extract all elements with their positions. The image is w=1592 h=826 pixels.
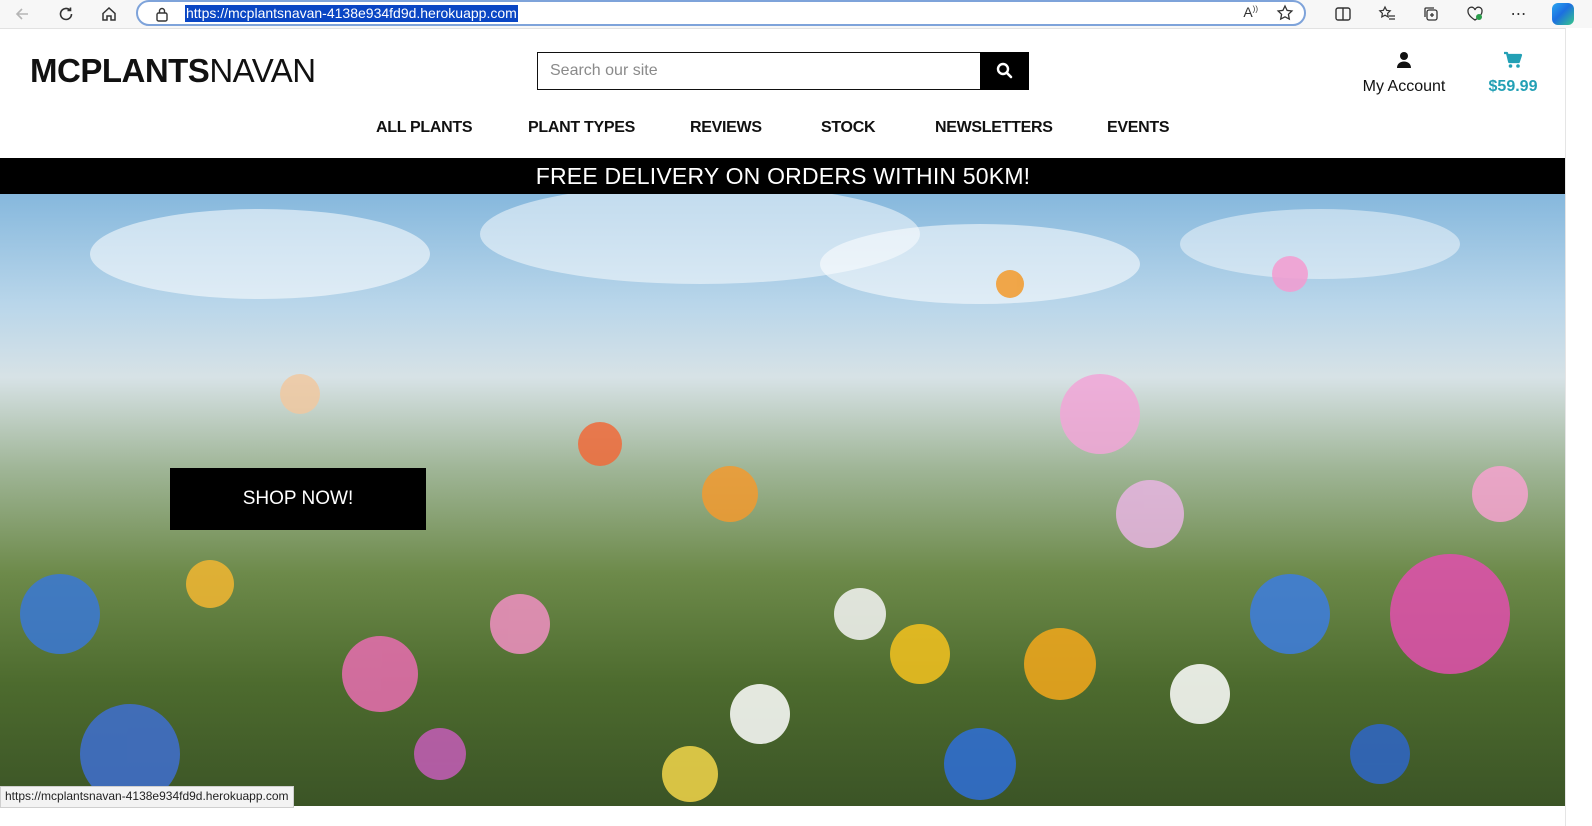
nav-plant-types[interactable]: PLANT TYPES <box>528 119 635 137</box>
shopping-cart-icon <box>1504 51 1523 68</box>
nav-reviews[interactable]: REVIEWS <box>690 119 762 137</box>
address-bar[interactable]: https://mcplantsnavan-4138e934fd9d.herok… <box>136 0 1306 26</box>
refresh-icon[interactable] <box>53 3 79 25</box>
lock-icon[interactable] <box>155 6 169 27</box>
split-screen-icon[interactable] <box>1330 2 1356 26</box>
back-icon[interactable] <box>9 3 35 25</box>
home-icon[interactable] <box>96 3 122 25</box>
nav-stock[interactable]: STOCK <box>821 119 876 137</box>
page-scrollbar[interactable] <box>1565 28 1592 826</box>
nav-all-plants[interactable]: ALL PLANTS <box>376 119 473 137</box>
nav-events[interactable]: EVENTS <box>1107 119 1170 137</box>
url-text[interactable]: https://mcplantsnavan-4138e934fd9d.herok… <box>185 5 518 22</box>
nav-newsletters[interactable]: NEWSLETTERS <box>935 119 1053 137</box>
copilot-icon[interactable] <box>1550 2 1576 26</box>
my-account-link[interactable]: My Account <box>1356 51 1452 96</box>
browser-essentials-icon[interactable] <box>1462 2 1488 26</box>
more-icon[interactable]: ⋯ <box>1506 2 1532 26</box>
main-nav: ALL PLANTS PLANT TYPES REVIEWS STOCK NEW… <box>0 119 1566 143</box>
search-button[interactable] <box>980 51 1029 90</box>
user-icon <box>1397 52 1411 68</box>
search-input[interactable] <box>538 53 1004 88</box>
site-logo[interactable]: MCPLANTSNAVAN <box>30 52 316 90</box>
favorite-star-icon[interactable] <box>1276 4 1294 27</box>
search-icon <box>996 62 1013 79</box>
status-bar-url: https://mcplantsnavan-4138e934fd9d.herok… <box>0 786 294 808</box>
shop-now-button[interactable]: SHOP NOW! <box>170 468 426 530</box>
browser-toolbar: https://mcplantsnavan-4138e934fd9d.herok… <box>0 0 1592 29</box>
logo-bold-text: MCPLANTS <box>30 52 210 89</box>
collections-icon[interactable] <box>1418 2 1444 26</box>
page-viewport: MCPLANTSNAVAN My Account $59.99 ALL PLAN… <box>0 29 1566 819</box>
logo-regular-text: NAVAN <box>209 52 316 89</box>
cart-link[interactable]: $59.99 <box>1480 51 1546 96</box>
hero-image: SHOP NOW! <box>0 194 1566 806</box>
delivery-banner: FREE DELIVERY ON ORDERS WITHIN 50KM! <box>0 158 1566 194</box>
search-form <box>537 51 1029 90</box>
favorites-icon[interactable] <box>1374 2 1400 26</box>
read-aloud-icon[interactable]: A)) <box>1243 4 1258 27</box>
cart-total: $59.99 <box>1488 78 1538 95</box>
my-account-label: My Account <box>1362 78 1446 95</box>
